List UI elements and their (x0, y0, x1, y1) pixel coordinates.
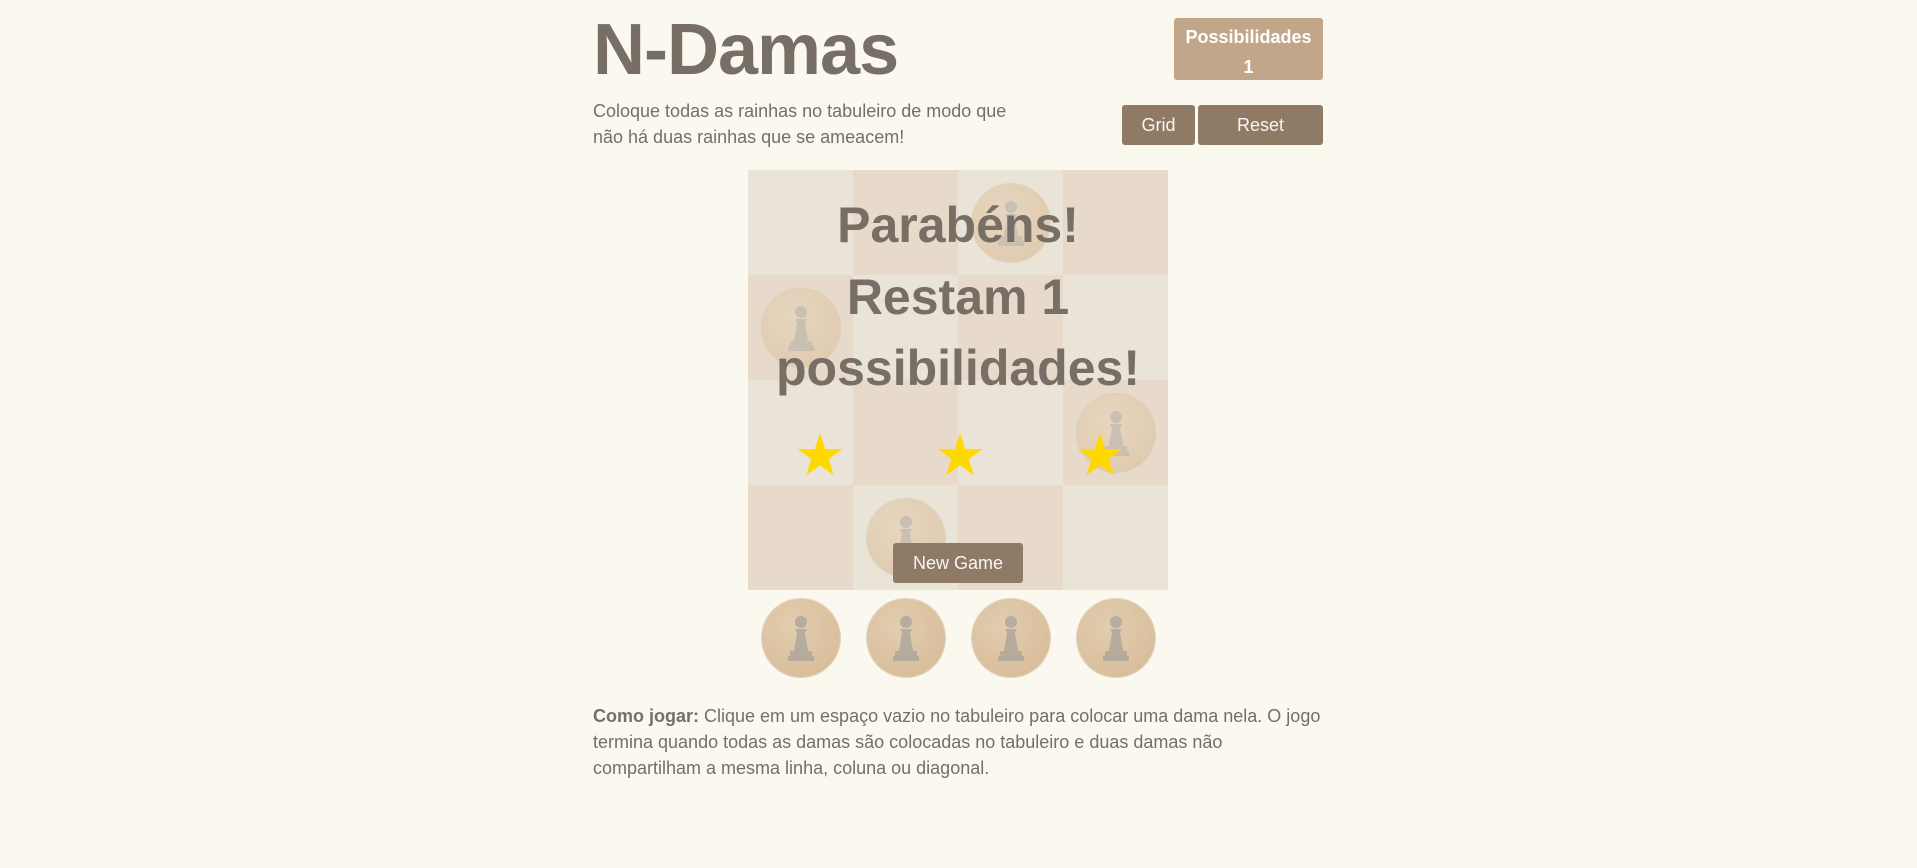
how-to-play: Como jogar: Clique em um espaço vazio no… (593, 703, 1323, 781)
score-value: 1 (1243, 57, 1254, 77)
queen-icon (892, 616, 919, 661)
grid-button[interactable]: Grid (1122, 105, 1195, 145)
how-to-play-label: Como jogar: (593, 706, 699, 726)
queen-icon (997, 616, 1024, 661)
star-icon: ★ (1074, 423, 1126, 488)
how-to-play-text: Clique em um espaço vazio no tabuleiro p… (593, 706, 1321, 778)
possibilities-message: possibilidades! (776, 340, 1140, 396)
queen-icon (787, 616, 814, 661)
star-icon: ★ (794, 423, 846, 488)
game-container: N-Damas Coloque todas as rainhas no tabu… (593, 0, 1323, 868)
reserve-queen[interactable] (971, 599, 1050, 677)
reserve-queen[interactable] (761, 599, 840, 677)
remaining-message: Restam 1 (846, 269, 1070, 325)
reset-button[interactable]: Reset (1198, 105, 1323, 145)
star-icon: ★ (934, 423, 986, 488)
score-label: Possibilidades (1185, 27, 1312, 47)
new-game-button[interactable]: New Game (893, 543, 1023, 583)
win-overlay: Parabéns! Restam 1 possibilidades! ★ ★ ★ N… (748, 170, 1168, 590)
subtitle: Coloque todas as rainhas no tabuleiro de… (593, 101, 1007, 147)
possibilities-score-box: Possibilidades 1 (1174, 18, 1323, 80)
reserve-queen[interactable] (866, 599, 945, 677)
congrats-message: Parabéns! (837, 197, 1079, 253)
queen-icon (1102, 616, 1129, 661)
queen-reserve (748, 596, 1168, 680)
page-title: N-Damas (593, 10, 899, 90)
reserve-queen[interactable] (1076, 599, 1155, 677)
chess-board: Parabéns! Restam 1 possibilidades! ★ ★ ★ N… (748, 170, 1168, 590)
